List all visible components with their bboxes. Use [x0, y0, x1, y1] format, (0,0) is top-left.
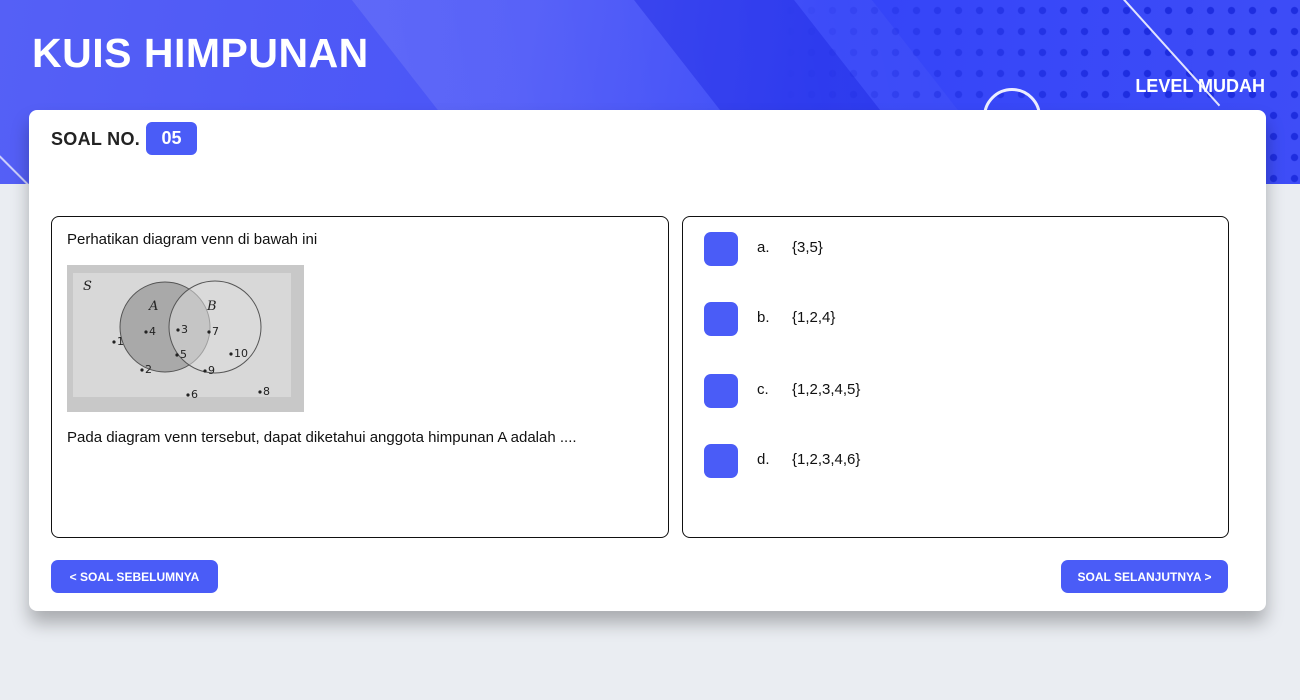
option-c-select-box[interactable]	[704, 374, 738, 408]
option-a-select-box[interactable]	[704, 232, 738, 266]
question-intro: Perhatikan diagram venn di bawah ini	[67, 231, 318, 248]
option-a[interactable]: a. {3,5}	[704, 232, 1204, 266]
next-question-button[interactable]: SOAL SELANJUTNYA >	[1061, 560, 1228, 593]
venn-element: 1	[117, 335, 124, 348]
option-letter: b.	[757, 309, 770, 326]
option-letter: d.	[757, 451, 770, 468]
question-text: Pada diagram venn tersebut, dapat diketa…	[67, 429, 577, 446]
option-text: {1,2,3,4,6}	[792, 451, 861, 468]
venn-element: 2	[145, 363, 152, 376]
option-d-select-box[interactable]	[704, 444, 738, 478]
answer-box: a. {3,5} b. {1,2,4} c. {1,2,3,4,5} d. {1…	[682, 216, 1229, 538]
option-c[interactable]: c. {1,2,3,4,5}	[704, 374, 1204, 408]
venn-element: 10	[234, 347, 248, 360]
option-text: {3,5}	[792, 239, 823, 256]
option-text: {1,2,3,4,5}	[792, 381, 861, 398]
venn-element: 7	[212, 325, 219, 338]
venn-diagram: S A B 1 4 3 7 5 10 2 9 6 8	[67, 265, 304, 412]
venn-label-b: B	[206, 299, 217, 314]
option-letter: c.	[757, 381, 769, 398]
venn-element: 8	[263, 385, 270, 398]
venn-label-s: S	[83, 279, 92, 294]
option-d[interactable]: d. {1,2,3,4,6}	[704, 444, 1204, 478]
option-letter: a.	[757, 239, 770, 256]
venn-element: 3	[181, 323, 188, 336]
venn-element: 6	[191, 388, 198, 401]
venn-element: 5	[180, 348, 187, 361]
previous-question-button[interactable]: < SOAL SEBELUMNYA	[51, 560, 218, 593]
question-number-label: SOAL NO.	[51, 129, 141, 149]
question-box: Perhatikan diagram venn di bawah ini S A…	[51, 216, 669, 538]
option-text: {1,2,4}	[792, 309, 836, 326]
page-title: KUIS HIMPUNAN	[32, 30, 369, 76]
question-number-badge: 05	[146, 122, 197, 155]
option-b[interactable]: b. {1,2,4}	[704, 302, 1204, 336]
venn-label-a: A	[148, 299, 158, 314]
venn-element: 4	[149, 325, 156, 338]
level-label: LEVEL MUDAH	[1135, 76, 1265, 96]
option-b-select-box[interactable]	[704, 302, 738, 336]
quiz-card: SOAL NO. 05 Perhatikan diagram venn di b…	[29, 110, 1266, 611]
venn-element: 9	[208, 364, 215, 377]
